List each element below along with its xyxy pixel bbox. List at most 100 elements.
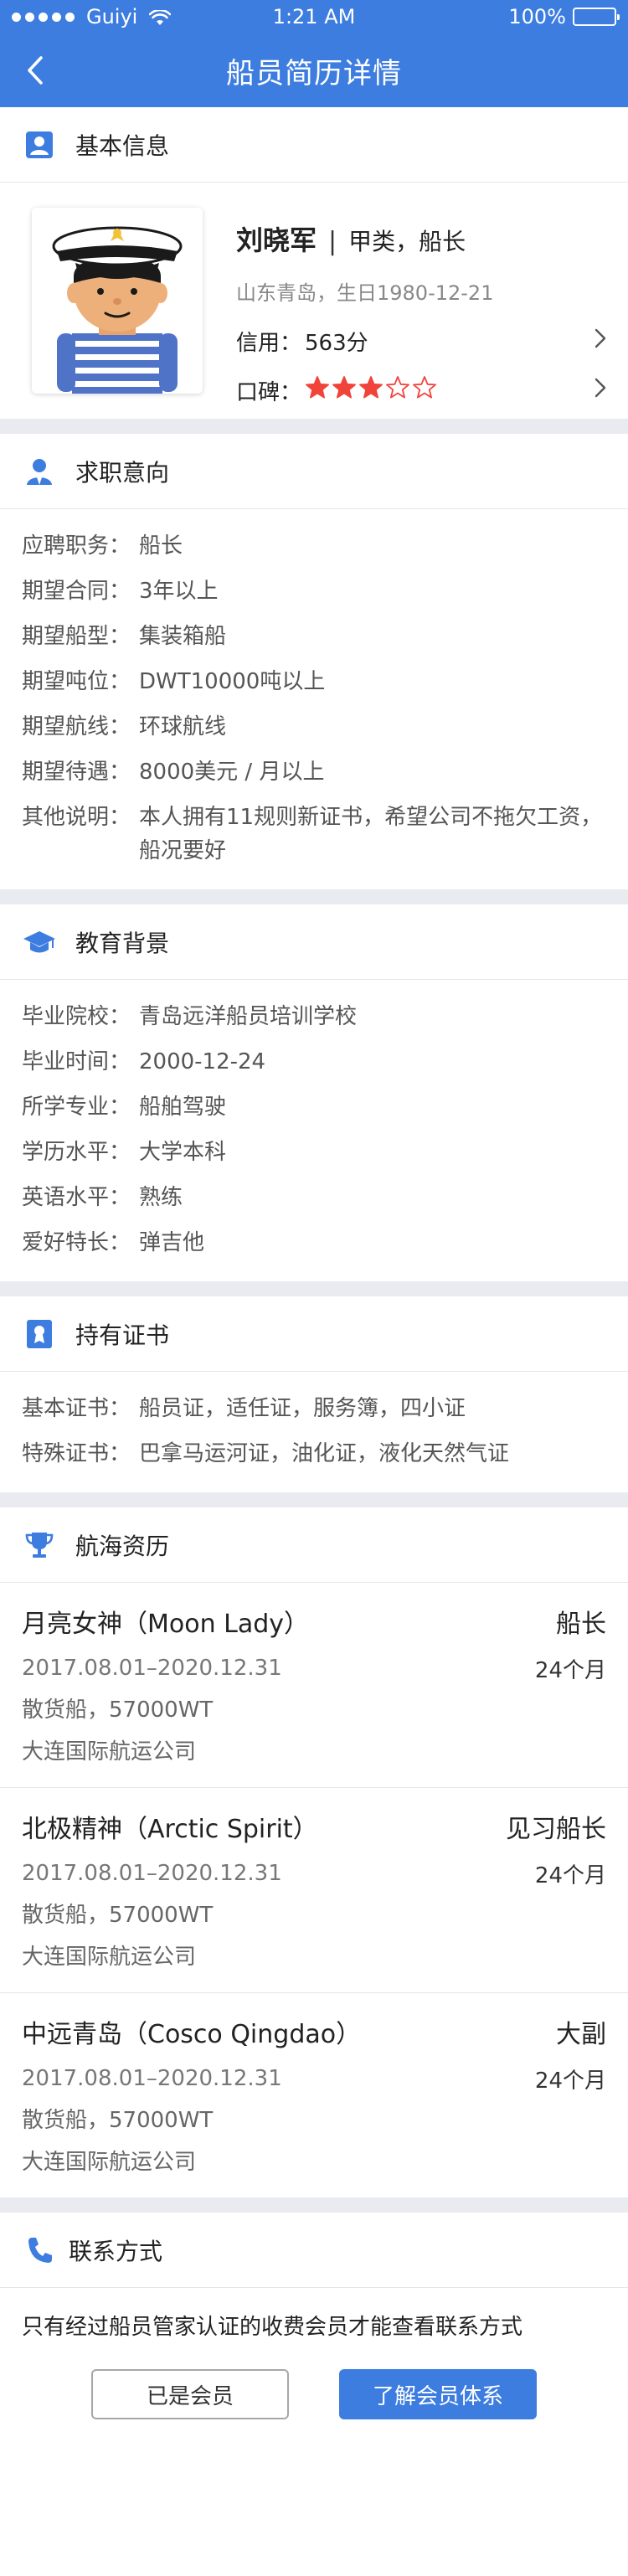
learn-membership-button[interactable]: 了解会员体系 <box>339 2369 537 2419</box>
star-filled-icon <box>305 375 330 406</box>
credit-row[interactable]: 信用： 563分 <box>236 326 606 357</box>
ship-company: 大连国际航运公司 <box>22 2150 197 2175</box>
section-divider <box>0 1492 628 1507</box>
crew-role: 甲类，船长 <box>348 228 466 255</box>
service-duration: 24个月 <box>534 1657 606 1683</box>
service-period: 2017.08.01–2020.12.31 <box>22 2066 282 2091</box>
star-empty-icon <box>412 375 437 406</box>
ship-type: 散货船，57000WT <box>22 1698 214 1723</box>
ship-name: 中远青岛（Cosco Qingdao） <box>22 2020 362 2049</box>
section-title: 航海资历 <box>75 1532 170 1560</box>
info-row: 毕业时间： 2000-12-24 <box>22 1045 606 1079</box>
info-value: 集装箱船 <box>139 624 227 649</box>
info-row: 期望航线： 环球航线 <box>22 710 606 744</box>
info-row: 爱好特长： 弹吉他 <box>22 1226 606 1260</box>
info-value: 船长 <box>139 533 183 559</box>
page-title: 船员简历详情 <box>226 56 402 90</box>
graduation-cap-icon <box>22 925 57 960</box>
ship-position: 船长 <box>556 1610 606 1639</box>
star-filled-icon <box>358 375 383 406</box>
credit-label: 信用： <box>236 331 302 356</box>
contact-restriction-note: 只有经过船员管家认证的收费会员才能查看联系方式 <box>22 2315 523 2340</box>
section-job-intention: 求职意向 <box>0 434 628 509</box>
back-button[interactable] <box>15 50 55 90</box>
info-value: 船员证，适任证，服务簿，四小证 <box>139 1396 466 1421</box>
education-list: 毕业院校： 青岛远洋船员培训学校 毕业时间： 2000-12-24 所学专业： 船舶驾驶学… <box>0 980 628 1281</box>
reputation-row[interactable]: 口碑： <box>236 375 606 406</box>
service-duration: 24个月 <box>534 2068 606 2094</box>
info-row: 期望吨位： DWT10000吨以上 <box>22 665 606 698</box>
sea-experience-item: 北极精神（Arctic Spirit） 见习船长 2017.08.01–2020.1… <box>0 1788 628 1993</box>
trophy-icon <box>22 1528 57 1563</box>
section-title: 联系方式 <box>69 2237 163 2265</box>
section-divider <box>0 2197 628 2213</box>
service-period: 2017.08.01–2020.12.31 <box>22 1656 282 1681</box>
reputation-label: 口碑： <box>236 380 302 405</box>
chevron-right-icon <box>595 378 606 404</box>
info-key: 基本证书： <box>22 1396 131 1421</box>
info-row: 英语水平： 熟练 <box>22 1181 606 1214</box>
section-divider <box>0 419 628 434</box>
job-intention-list: 应聘职务： 船长期望合同： 3年以上期望船型： 集装箱船期望吨位： DWT10000吨以… <box>0 509 628 889</box>
section-contact: 联系方式 <box>0 2213 628 2288</box>
section-divider <box>0 1281 628 1296</box>
info-key: 期望合同： <box>22 579 131 604</box>
info-key: 应聘职务： <box>22 533 131 559</box>
battery-icon <box>573 8 620 26</box>
section-sea-experience: 航海资历 <box>0 1507 628 1583</box>
info-key: 其他说明： <box>22 805 131 830</box>
info-value: 环球航线 <box>139 714 227 739</box>
user-card-icon <box>22 127 57 162</box>
info-value: 青岛远洋船员培训学校 <box>139 1004 358 1029</box>
section-certificates: 持有证书 <box>0 1296 628 1372</box>
info-value: 8000美元 / 月以上 <box>139 760 325 785</box>
section-title: 基本信息 <box>75 131 170 160</box>
ship-company: 大连国际航运公司 <box>22 1739 197 1765</box>
section-title: 教育背景 <box>75 929 170 957</box>
info-key: 期望航线： <box>22 714 131 739</box>
info-key: 学历水平： <box>22 1140 131 1165</box>
info-key: 期望船型： <box>22 624 131 649</box>
info-row: 应聘职务： 船长 <box>22 529 606 563</box>
person-tie-icon <box>22 454 57 489</box>
section-title: 持有证书 <box>75 1321 170 1349</box>
info-key: 所学专业： <box>22 1095 131 1120</box>
ship-name: 北极精神（Arctic Spirit） <box>22 1815 318 1844</box>
status-bar: Guiyi 1:21 AM 100% <box>0 0 628 33</box>
section-title: 求职意向 <box>75 458 170 487</box>
phone-icon <box>22 2233 57 2268</box>
sea-experience-item: 中远青岛（Cosco Qingdao） 大副 2017.08.01–2020.12.… <box>0 1993 628 2197</box>
info-key: 期望待遇： <box>22 760 131 785</box>
info-row: 期望船型： 集装箱船 <box>22 620 606 653</box>
info-value: 本人拥有11规则新证书，希望公司不拖欠工资，船况要好 <box>139 805 603 863</box>
service-duration: 24个月 <box>534 1862 606 1888</box>
info-row: 期望待遇： 8000美元 / 月以上 <box>22 755 606 789</box>
avatar <box>32 208 203 394</box>
signal-strength-icon <box>12 12 75 22</box>
nav-bar: 船员简历详情 <box>0 33 628 107</box>
info-value: 2000-12-24 <box>139 1049 266 1074</box>
already-member-button[interactable]: 已是会员 <box>91 2369 289 2419</box>
ship-position: 见习船长 <box>506 1815 606 1844</box>
profile-card: 刘晓军 | 甲类，船长 山东青岛，生日1980-12-21 信用： 563分 口… <box>0 183 628 419</box>
section-basic-info: 基本信息 <box>0 107 628 183</box>
star-empty-icon <box>385 375 410 406</box>
crew-name: 刘晓军 <box>236 224 317 256</box>
info-value: 熟练 <box>139 1185 183 1210</box>
info-key: 英语水平： <box>22 1185 131 1210</box>
info-row: 期望合同： 3年以上 <box>22 574 606 608</box>
info-row: 学历水平： 大学本科 <box>22 1136 606 1169</box>
ship-position: 大副 <box>556 2020 606 2049</box>
certificate-list: 基本证书： 船员证，适任证，服务簿，四小证 特殊证书： 巴拿马运河证，油化证，液化天然… <box>0 1372 628 1492</box>
battery-percent: 100% <box>508 5 566 28</box>
section-divider <box>0 889 628 904</box>
info-value: 大学本科 <box>139 1140 227 1165</box>
ship-name: 月亮女神（Moon Lady） <box>22 1610 310 1639</box>
section-education: 教育背景 <box>0 904 628 980</box>
crew-location-birthday: 山东青岛，生日1980-12-21 <box>236 281 494 305</box>
info-row: 其他说明： 本人拥有11规则新证书，希望公司不拖欠工资，船况要好 <box>22 801 606 868</box>
info-value: 船舶驾驶 <box>139 1095 227 1120</box>
info-key: 爱好特长： <box>22 1230 131 1255</box>
info-key: 特殊证书： <box>22 1441 131 1466</box>
certificate-icon <box>22 1316 57 1352</box>
